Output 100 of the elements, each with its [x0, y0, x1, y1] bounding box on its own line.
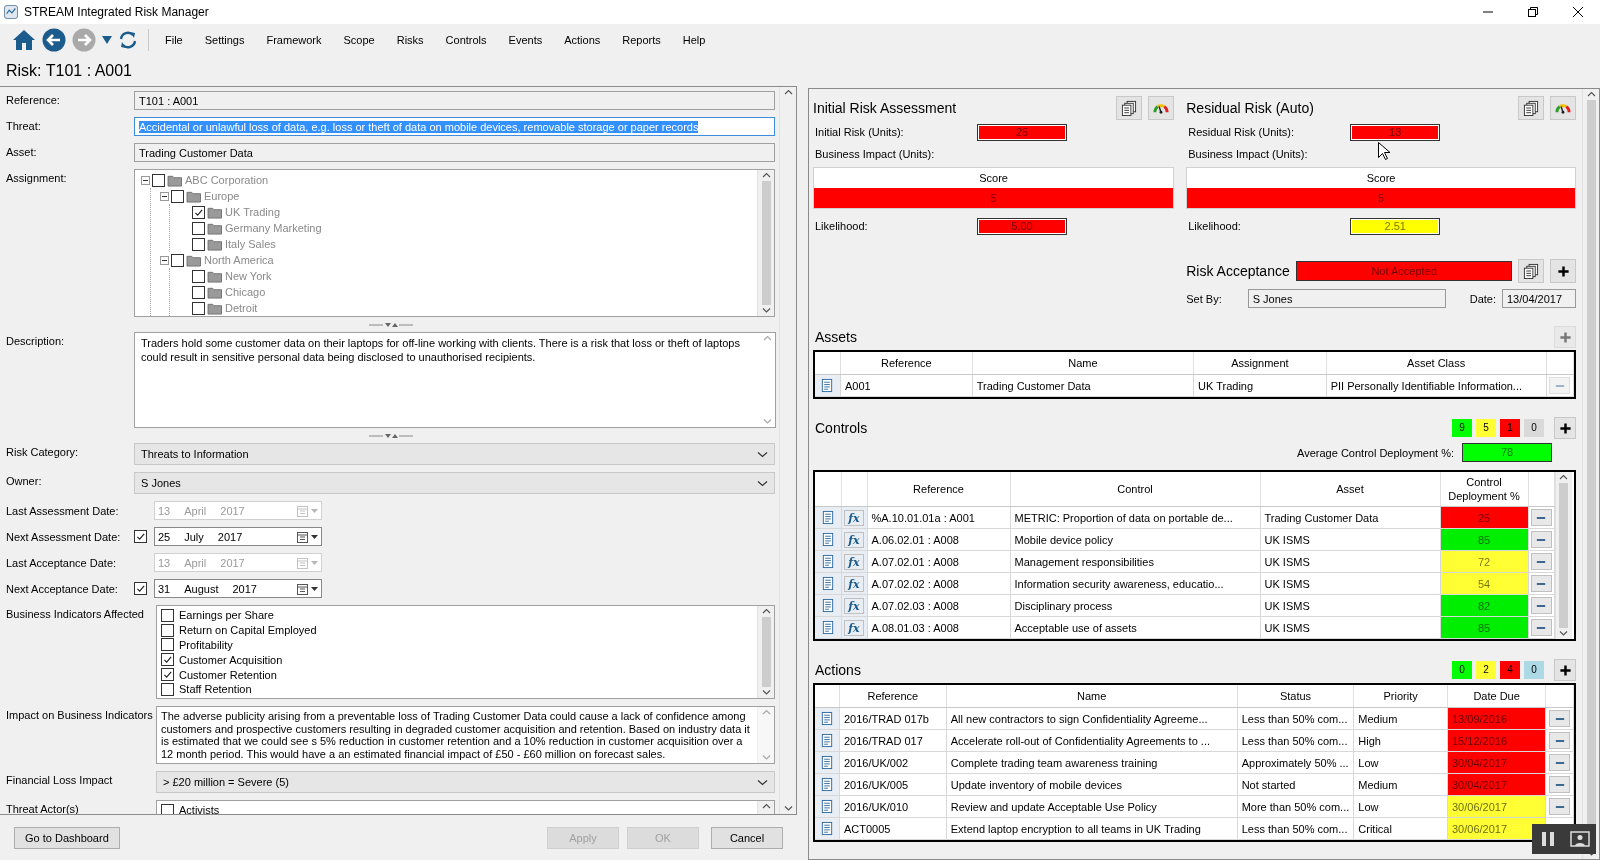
menu-item[interactable]: Controls [439, 31, 493, 49]
add-button[interactable] [1550, 259, 1576, 283]
menu-item[interactable]: File [159, 31, 189, 49]
tree-item[interactable]: Chicago [225, 286, 266, 298]
remove-button[interactable] [1530, 553, 1552, 570]
formula-button[interactable]: fx [844, 619, 864, 636]
checkbox[interactable] [192, 221, 205, 235]
scroll-up-icon[interactable] [761, 172, 771, 179]
collapse-icon[interactable] [160, 191, 169, 201]
scroll-down-icon[interactable] [761, 689, 771, 696]
remove-button[interactable] [1549, 798, 1571, 815]
scrollbar[interactable] [1582, 89, 1599, 859]
checkbox[interactable] [161, 668, 174, 682]
description-field[interactable]: Traders hold some customer data on their laptops for off-line working with clients. There is a risk that loss or theft of laptops could result in sensitive personal data being disclosed to unauthorised recipients. [134, 332, 776, 428]
scroll-up-icon[interactable] [1559, 474, 1568, 481]
checkbox[interactable] [192, 269, 205, 283]
copy-button[interactable] [1518, 96, 1544, 120]
scrollbar[interactable] [757, 606, 774, 698]
checkbox[interactable] [134, 530, 147, 543]
checkbox[interactable] [161, 653, 174, 667]
formula-button[interactable]: fx [844, 597, 864, 614]
remove-button[interactable] [1549, 710, 1571, 727]
menu-item[interactable]: Scope [337, 31, 381, 49]
refresh-icon[interactable] [118, 30, 138, 50]
tree-item[interactable]: ABC Corporation [185, 174, 269, 186]
copy-button[interactable] [1116, 96, 1143, 120]
scroll-up-icon[interactable] [783, 89, 793, 96]
caret-down-icon[interactable] [102, 36, 112, 44]
date-field[interactable]: 13/04/2017 [1502, 289, 1576, 308]
collapse-icon[interactable] [160, 255, 169, 265]
scroll-down-icon[interactable] [783, 805, 793, 812]
menu-item[interactable]: Settings [198, 31, 251, 49]
checkbox[interactable] [161, 623, 174, 637]
home-icon[interactable] [12, 29, 36, 51]
field-label: Threat: [6, 119, 42, 132]
risk-category-dropdown[interactable]: Threats to Information [134, 443, 775, 465]
checkbox[interactable] [152, 173, 165, 187]
checkbox[interactable] [192, 205, 205, 219]
menu-item[interactable]: Help [676, 31, 712, 49]
remove-button[interactable] [1549, 776, 1571, 793]
tree-item[interactable]: Germany Marketing [225, 222, 322, 234]
gauge-button[interactable] [1550, 96, 1576, 120]
financial-loss-dropdown[interactable]: > £20 million = Severe (5) [156, 771, 775, 793]
menu-item[interactable]: Actions [558, 31, 607, 49]
asset-field[interactable]: Trading Customer Data [134, 143, 775, 162]
remove-button[interactable] [1549, 732, 1571, 749]
tree-item[interactable]: Italy Sales [225, 238, 276, 250]
scroll-up-icon[interactable] [761, 608, 771, 615]
checkbox[interactable] [192, 237, 205, 251]
remove-button[interactable] [1549, 754, 1571, 771]
menu-item[interactable]: Reports [616, 31, 667, 49]
footer-button[interactable]: Cancel [711, 826, 783, 849]
add-button[interactable] [1554, 659, 1576, 681]
footer-button[interactable]: Go to Dashboard [14, 826, 120, 849]
tree-item[interactable]: Detroit [225, 302, 258, 314]
scrollbar[interactable] [779, 87, 796, 814]
remove-button[interactable] [1530, 575, 1552, 592]
remove-button[interactable] [1530, 509, 1552, 526]
formula-button[interactable]: fx [844, 531, 864, 548]
gauge-button[interactable] [1148, 96, 1175, 120]
checkbox[interactable] [192, 301, 205, 315]
date-field[interactable]: 31 August 2017 [154, 579, 322, 598]
scrollbar[interactable] [757, 170, 774, 316]
remove-button[interactable] [1530, 597, 1552, 614]
checkbox[interactable] [171, 189, 184, 203]
formula-button[interactable]: fx [844, 509, 864, 526]
owner-dropdown[interactable]: S Jones [134, 472, 775, 494]
splitter-handle-icon[interactable] [368, 322, 413, 328]
assignment-tree[interactable]: ABC Corporation Europe UK Trading Germany Marketing Italy Sales North America New York Chicago Detroit [134, 169, 775, 317]
checkbox[interactable] [192, 285, 205, 299]
scroll-up-icon[interactable] [761, 803, 771, 810]
checkbox[interactable] [171, 253, 184, 267]
scroll-down-icon[interactable] [1559, 630, 1568, 637]
splitter-handle-icon[interactable] [368, 433, 413, 439]
copy-button[interactable] [1518, 259, 1544, 283]
formula-button[interactable]: fx [844, 553, 864, 570]
checkbox[interactable] [161, 682, 174, 696]
checkbox[interactable] [134, 582, 147, 595]
checkbox[interactable] [161, 638, 174, 652]
tree-item[interactable]: UK Trading [225, 206, 281, 218]
caret-icon [311, 534, 318, 539]
menu-item[interactable]: Framework [260, 31, 328, 49]
formula-button[interactable]: fx [844, 575, 864, 592]
date-field[interactable]: 25 July 2017 [154, 527, 322, 546]
tree-item[interactable]: Europe [204, 190, 240, 202]
reference-field[interactable]: T101 : A001 [134, 91, 775, 110]
remove-button[interactable] [1530, 531, 1552, 548]
set-by-field[interactable]: S Jones [1247, 289, 1446, 308]
checkbox[interactable] [161, 803, 174, 814]
checkbox[interactable] [161, 608, 174, 622]
add-button[interactable] [1554, 417, 1576, 439]
back-icon[interactable] [42, 28, 66, 52]
tree-item[interactable]: North America [204, 254, 274, 266]
tree-item[interactable]: New York [225, 270, 272, 282]
menu-item[interactable]: Events [502, 31, 549, 49]
remove-button[interactable] [1530, 619, 1552, 636]
scroll-down-icon[interactable] [761, 307, 771, 314]
menu-item[interactable]: Risks [390, 31, 430, 49]
collapse-icon[interactable] [141, 175, 150, 185]
scroll-up-icon[interactable] [1586, 91, 1596, 98]
